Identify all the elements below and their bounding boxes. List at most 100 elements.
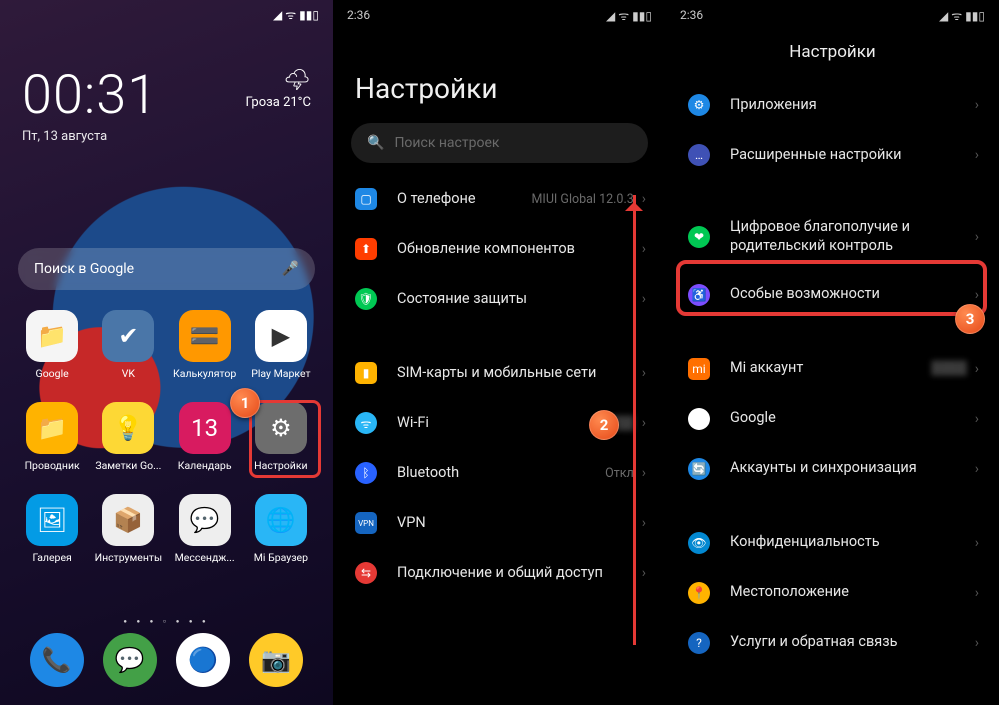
app-калькулятор[interactable]: 🟰Калькулятор	[167, 310, 243, 398]
app-google[interactable]: 📁Google	[14, 310, 90, 398]
settings-label: Подключение и общий доступ	[397, 564, 642, 583]
settings-label: Местоположение	[730, 583, 975, 602]
settings-item-услуги-и-обратная-связь[interactable]: ? Услуги и обратная связь ›	[666, 618, 999, 668]
app-label: Play Маркет	[251, 367, 310, 380]
settings-label: Расширенные настройки	[730, 146, 975, 165]
chevron-right-icon: ›	[975, 635, 979, 651]
app-инструменты[interactable]: 📦Инструменты	[90, 494, 166, 582]
app-галерея[interactable]: 🖼Галерея	[14, 494, 90, 582]
settings-item-приложения[interactable]: ⚙ Приложения ›	[666, 80, 999, 130]
chevron-right-icon: ›	[975, 97, 979, 113]
chevron-right-icon: ›	[642, 515, 646, 531]
status-left: ⠀	[14, 7, 23, 21]
annotation-badge-3: 3	[955, 304, 985, 334]
settings-item-конфиденциальность[interactable]: 👁 Конфиденциальность ›	[666, 518, 999, 568]
status-bar: 2:36 ◢ ᯤ ▮▮▯	[333, 0, 666, 30]
chevron-right-icon: ›	[642, 415, 646, 431]
settings-icon: 📍	[688, 582, 710, 604]
settings-list[interactable]: ▢ О телефоне MIUI Global 12.0.3›⬆ Обновл…	[333, 174, 666, 705]
app-мессендж-[interactable]: 💬 Мессендж...	[167, 494, 243, 582]
settings-icon: 👁	[688, 532, 710, 554]
dock: 📞 💬 🔵 📷	[0, 629, 333, 691]
settings-item-sim-карты-и-мобильные-сети[interactable]: ▮ SIM-карты и мобильные сети ›	[333, 348, 666, 398]
app-label: Заметки Go...	[95, 459, 161, 472]
app-календарь[interactable]: 13Календарь	[167, 402, 243, 490]
settings-list[interactable]: ⚙ Приложения ›… Расширенные настройки ›❤…	[666, 80, 999, 705]
settings-icon: mi	[688, 358, 710, 380]
settings-label: Услуги и обратная связь	[730, 633, 975, 652]
settings-item-подключение-и-общий-доступ[interactable]: ⇆ Подключение и общий доступ ›	[333, 548, 666, 598]
weather-label: Гроза	[246, 95, 280, 110]
annotation-highlight-1	[249, 400, 321, 478]
app-label: Инструменты	[95, 551, 163, 564]
clock-time: 00:31	[22, 64, 158, 127]
settings-main: 2:36 ◢ ᯤ ▮▮▯ Настройки 🔍 Поиск настроек …	[333, 0, 666, 705]
app-play-маркет[interactable]: ▶Play Маркет	[243, 310, 319, 398]
app-mi-браузер[interactable]: 🌐Mi Браузер	[243, 494, 319, 582]
page-title: Настройки	[666, 42, 999, 62]
weather-icon: 🌩	[246, 68, 312, 93]
dock-app[interactable]: 📷	[249, 633, 303, 687]
chevron-right-icon: ›	[642, 365, 646, 381]
weather-temp: 21°C	[283, 95, 311, 110]
settings-label: Аккаунты и синхронизация	[730, 459, 975, 478]
annotation-badge-2: 2	[589, 410, 619, 440]
weather-widget[interactable]: 🌩 Гроза 21°C	[246, 68, 312, 110]
status-bar: 2:36 ◢ ᯤ ▮▮▯	[666, 0, 999, 30]
app-icon: 🟰	[179, 310, 231, 362]
settings-icon: ?	[688, 632, 710, 654]
settings-label: VPN	[397, 514, 642, 533]
settings-item-google[interactable]: G Google ›	[666, 394, 999, 444]
app-проводник[interactable]: 📁Проводник	[14, 402, 90, 490]
app-label: Mi Браузер	[254, 551, 308, 564]
settings-label: Wi-Fi	[397, 414, 598, 433]
clock-widget[interactable]: 00:31 Пт, 13 августа	[22, 64, 158, 144]
app-vk[interactable]: ✔VK	[90, 310, 166, 398]
annotation-highlight-3	[676, 260, 987, 316]
mic-icon[interactable]: 🎤	[282, 261, 299, 277]
settings-label: Приложения	[730, 96, 975, 115]
chevron-right-icon: ›	[975, 535, 979, 551]
app-icon: 💬	[179, 494, 231, 546]
status-bar: ⠀ ◢ ᯤ ▮▮▯	[0, 0, 333, 28]
chevron-right-icon: ›	[642, 465, 646, 481]
settings-item-обновление-компонентов[interactable]: ⬆ Обновление компонентов ›	[333, 224, 666, 274]
google-search-bar[interactable]: Поиск в Google 🎤	[18, 248, 315, 290]
settings-item-о-телефоне[interactable]: ▢ О телефоне MIUI Global 12.0.3›	[333, 174, 666, 224]
search-placeholder: Поиск настроек	[394, 135, 499, 151]
app-label: VK	[122, 367, 135, 380]
settings-item-аккаунты-и-синхронизация[interactable]: 🔄 Аккаунты и синхронизация ›	[666, 444, 999, 494]
settings-label: Цифровое благополучие и родительский кон…	[730, 218, 975, 256]
settings-search[interactable]: 🔍 Поиск настроек	[351, 123, 648, 163]
search-placeholder: Поиск в Google	[34, 261, 134, 277]
settings-icon: ᛒ	[355, 462, 377, 484]
dock-app[interactable]: 🔵	[176, 633, 230, 687]
dock-app[interactable]: 📞	[30, 633, 84, 687]
settings-icon: ▢	[355, 188, 377, 210]
settings-label: SIM-карты и мобильные сети	[397, 364, 642, 383]
annotation-badge-1: 1	[230, 388, 260, 418]
chevron-right-icon: ›	[975, 229, 979, 245]
settings-item-bluetooth[interactable]: ᛒ Bluetooth Откл›	[333, 448, 666, 498]
dock-app[interactable]: 💬	[103, 633, 157, 687]
chevron-right-icon: ›	[642, 241, 646, 257]
settings-item-местоположение[interactable]: 📍 Местоположение ›	[666, 568, 999, 618]
settings-item-mi-аккаунт[interactable]: mi Mi аккаунт ████›	[666, 344, 999, 394]
settings-icon: ᯤ	[355, 412, 377, 434]
app-заметки-go-[interactable]: 💡Заметки Go...	[90, 402, 166, 490]
status-right: ◢ ᯤ ▮▮▯	[273, 6, 319, 23]
app-label: Мессендж...	[175, 551, 235, 564]
settings-item-состояние-защиты[interactable]: 🛡 Состояние защиты ›	[333, 274, 666, 324]
settings-icon: ⇆	[355, 562, 377, 584]
home-screen: ⠀ ◢ ᯤ ▮▮▯ 00:31 Пт, 13 августа 🌩 Гроза 2…	[0, 0, 333, 705]
search-icon: 🔍	[367, 135, 384, 151]
app-label: Галерея	[32, 551, 71, 564]
chevron-right-icon: ›	[642, 565, 646, 581]
chevron-right-icon: ›	[642, 291, 646, 307]
settings-item-vpn[interactable]: VPN VPN ›	[333, 498, 666, 548]
settings-label: Bluetooth	[397, 464, 605, 483]
settings-item-расширенные-настройки[interactable]: … Расширенные настройки ›	[666, 130, 999, 180]
settings-value: ████	[931, 361, 966, 376]
status-icons: ◢ ᯤ ▮▮▯	[606, 7, 652, 24]
settings-label: Состояние защиты	[397, 290, 642, 309]
